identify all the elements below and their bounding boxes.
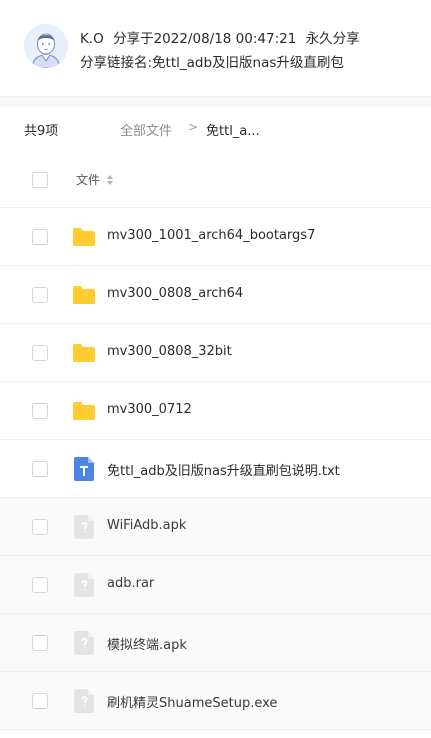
file-row[interactable]: mv300_0712 xyxy=(0,382,431,440)
file-name[interactable]: mv300_0712 xyxy=(107,402,192,417)
folder-icon xyxy=(73,343,95,362)
file-name[interactable]: mv300_1001_arch64_bootargs7 xyxy=(107,228,315,243)
generic-file-icon xyxy=(74,514,94,539)
generic-file-icon xyxy=(74,572,94,597)
file-row[interactable]: 免ttl_adb及旧版nas升级直刷包说明.txt xyxy=(0,440,431,498)
file-checkbox[interactable] xyxy=(32,576,48,593)
avatar[interactable] xyxy=(24,24,68,68)
share-page: K.O 分享于2022/08/18 00:47:21 永久分享 分享链接名:免t… xyxy=(0,0,431,738)
user-avatar-icon xyxy=(24,24,68,68)
file-list-header: 文件 xyxy=(0,152,431,208)
breadcrumb: 共9项 全部文件 > 免ttl_a... xyxy=(0,107,431,149)
file-list: 文件 mv300_1001_arch64_bootargs7 mv300_0808… xyxy=(0,152,431,730)
file-row[interactable]: mv300_0808_arch64 xyxy=(0,266,431,324)
file-row[interactable]: 刷机精灵ShuameSetup.exe xyxy=(0,672,431,730)
text-file-icon xyxy=(74,456,94,481)
file-name[interactable]: WiFiAdb.apk xyxy=(107,518,186,533)
file-row[interactable]: 模拟终端.apk xyxy=(0,614,431,672)
column-name-label: 文件 xyxy=(76,172,101,187)
file-checkbox[interactable] xyxy=(32,634,48,651)
user-name: K.O xyxy=(80,31,104,47)
file-row[interactable]: adb.rar xyxy=(0,556,431,614)
share-info: K.O 分享于2022/08/18 00:47:21 永久分享 xyxy=(80,27,365,47)
file-row[interactable]: WiFiAdb.apk xyxy=(0,498,431,556)
share-link-name: 分享链接名:免ttl_adb及旧版nas升级直刷包 xyxy=(80,55,344,71)
folder-icon xyxy=(73,285,95,304)
folder-icon xyxy=(73,401,95,420)
file-name[interactable]: mv300_0808_arch64 xyxy=(107,286,243,301)
file-row[interactable]: mv300_1001_arch64_bootargs7 xyxy=(0,208,431,266)
file-name[interactable]: 免ttl_adb及旧版nas升级直刷包说明.txt xyxy=(107,460,340,479)
file-name[interactable]: adb.rar xyxy=(107,576,154,591)
file-checkbox[interactable] xyxy=(32,518,48,535)
breadcrumb-separator: > xyxy=(188,120,199,134)
folder-icon xyxy=(73,227,95,246)
breadcrumb-root-link[interactable]: 全部文件 xyxy=(120,120,172,139)
sort-icon xyxy=(106,175,113,185)
generic-file-icon xyxy=(74,688,94,713)
share-expiry: 永久分享 xyxy=(305,31,360,47)
file-name[interactable]: 刷机精灵ShuameSetup.exe xyxy=(107,692,277,711)
divider xyxy=(0,97,431,107)
sort-by-name[interactable]: 文件 xyxy=(76,171,114,188)
file-name[interactable]: mv300_0808_32bit xyxy=(107,344,232,359)
file-checkbox[interactable] xyxy=(32,286,48,303)
file-checkbox[interactable] xyxy=(32,228,48,245)
share-header: K.O 分享于2022/08/18 00:47:21 永久分享 分享链接名:免t… xyxy=(0,0,431,97)
file-checkbox[interactable] xyxy=(32,692,48,709)
share-time: 分享于2022/08/18 00:47:21 xyxy=(113,31,297,47)
select-all-checkbox[interactable] xyxy=(32,171,48,188)
breadcrumb-current: 免ttl_a... xyxy=(206,124,260,139)
file-checkbox[interactable] xyxy=(32,402,48,419)
file-checkbox[interactable] xyxy=(32,460,48,477)
file-checkbox[interactable] xyxy=(32,344,48,361)
generic-file-icon xyxy=(74,630,94,655)
file-name[interactable]: 模拟终端.apk xyxy=(107,634,187,653)
item-count: 共9项 xyxy=(24,124,59,139)
file-row[interactable]: mv300_0808_32bit xyxy=(0,324,431,382)
